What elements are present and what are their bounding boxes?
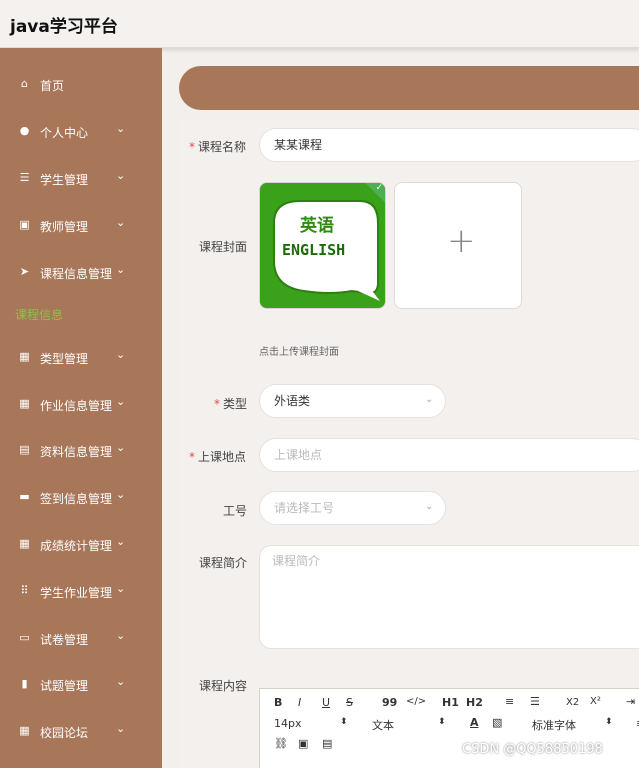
monitor-icon: ▭ <box>19 631 30 644</box>
sidebar-item-home[interactable]: ⌂ 首页 <box>0 70 162 100</box>
breadcrumb-banner <box>179 66 639 110</box>
cover-upload-hint: 点击上传课程封面 <box>259 347 339 358</box>
course-intro-textarea[interactable]: 课程简介 <box>259 545 639 649</box>
strike-button[interactable]: S <box>346 696 353 709</box>
cover-text-en: ENGLISH <box>282 241 346 259</box>
select-arrows-icon: ⬍ <box>340 717 348 727</box>
chevron-down-icon: ⌄ <box>425 394 434 405</box>
course-content-label: 课程内容 <box>199 679 248 693</box>
sidebar-item-student-homework-management[interactable]: ⠿ 学生作业管理 ⌄ <box>0 577 162 607</box>
chevron-down-icon: ⌄ <box>116 629 126 642</box>
type-label: * 类型 <box>214 397 248 411</box>
course-intro-label: 课程简介 <box>199 556 248 570</box>
grid-icon: ▦ <box>19 397 30 410</box>
course-name-label: * 课程名称 <box>189 140 247 154</box>
image-insert-icon[interactable]: ▣ <box>298 737 308 750</box>
chevron-down-icon: ⌄ <box>116 488 126 501</box>
sidebar-item-teacher-management[interactable]: ▣ 教师管理 ⌄ <box>0 211 162 241</box>
user-icon: ● <box>19 124 30 137</box>
chevron-down-icon: ⌄ <box>116 441 126 454</box>
grid-icon: ▦ <box>19 350 30 363</box>
bar-chart-icon: ▮ <box>21 677 28 690</box>
sidebar-item-personal-center[interactable]: ● 个人中心 ⌄ <box>0 117 162 147</box>
location-input[interactable]: 上课地点 <box>259 438 639 472</box>
chevron-down-icon: ⌄ <box>116 675 126 688</box>
heading2-button[interactable]: H2 <box>466 696 483 709</box>
chevron-down-icon: ⌄ <box>116 348 126 361</box>
sidebar-item-question-management[interactable]: ▮ 试题管理 ⌄ <box>0 670 162 700</box>
type-select[interactable]: 外语类 <box>259 384 446 418</box>
sidebar-item-grade-statistics-management[interactable]: ▦ 成绩统计管理 ⌄ <box>0 530 162 560</box>
ordered-list-icon[interactable]: ≡ <box>505 695 514 708</box>
font-color-icon[interactable]: A <box>470 716 479 729</box>
indent-icon[interactable]: ⇥ <box>626 695 635 708</box>
send-icon: ➤ <box>19 265 30 278</box>
plus-icon: + <box>447 221 476 261</box>
chevron-down-icon: ⌄ <box>116 263 126 276</box>
chevron-down-icon: ⌄ <box>116 122 126 135</box>
select-arrows-icon: ⬍ <box>438 717 446 727</box>
grid-icon: ▦ <box>19 537 30 550</box>
course-name-input[interactable]: 某某课程 <box>259 128 639 162</box>
chevron-down-icon: ⌄ <box>116 535 126 548</box>
image-icon: ▣ <box>19 218 30 231</box>
grid-icon: ▦ <box>19 724 30 737</box>
underline-button[interactable]: U <box>322 696 330 709</box>
chevron-down-icon: ⌄ <box>425 501 434 512</box>
sidebar-item-homework-info-management[interactable]: ▦ 作业信息管理 ⌄ <box>0 390 162 420</box>
top-bar: java学习平台 <box>0 0 639 48</box>
superscript-button[interactable]: X² <box>590 696 601 707</box>
video-insert-icon[interactable]: ▤ <box>322 737 332 750</box>
background-color-icon[interactable]: ▧ <box>492 716 502 729</box>
code-block-button[interactable]: </> <box>406 696 426 707</box>
sidebar-item-type-management[interactable]: ▦ 类型管理 ⌄ <box>0 343 162 373</box>
chevron-down-icon: ⌄ <box>116 169 126 182</box>
course-cover-image[interactable]: 英语 ENGLISH ✓ <box>259 182 386 309</box>
ticket-icon: ▬ <box>19 490 30 503</box>
heading1-button[interactable]: H1 <box>442 696 459 709</box>
font-family-select[interactable]: 标准字体 <box>532 717 576 733</box>
sidebar-item-sign-in-management[interactable]: ▬ 签到信息管理 ⌄ <box>0 483 162 513</box>
job-number-select[interactable]: 请选择工号 <box>259 491 446 525</box>
text-type-select[interactable]: 文本 <box>372 717 394 733</box>
sidebar-item-campus-forum[interactable]: ▦ 校园论坛 ⌄ <box>0 717 162 747</box>
bullet-list-icon[interactable]: ☰ <box>530 695 540 708</box>
clipboard-icon: ▤ <box>19 443 30 456</box>
home-icon: ⌂ <box>21 77 28 90</box>
app-title: java学习平台 <box>10 17 118 37</box>
sidebar: ⌂ 首页 ● 个人中心 ⌄ ☰ 学生管理 ⌄ ▣ 教师管理 ⌄ ➤ 课程信息管理… <box>0 48 162 768</box>
sidebar-item-exam-paper-management[interactable]: ▭ 试卷管理 ⌄ <box>0 624 162 654</box>
sidebar-item-material-info-management[interactable]: ▤ 资料信息管理 ⌄ <box>0 436 162 466</box>
apps-icon: ⠿ <box>20 584 29 597</box>
link-icon[interactable]: ⛓ <box>274 737 288 750</box>
chevron-down-icon: ⌄ <box>116 582 126 595</box>
chevron-down-icon: ⌄ <box>116 722 126 735</box>
chevron-down-icon: ⌄ <box>116 395 126 408</box>
watermark: CSDN @QQ58850198 <box>462 742 603 757</box>
sidebar-item-student-management[interactable]: ☰ 学生管理 ⌄ <box>0 164 162 194</box>
location-label: * 上课地点 <box>189 450 247 464</box>
font-size-select[interactable]: 14px <box>274 717 302 730</box>
bold-button[interactable]: B <box>274 696 282 709</box>
italic-button[interactable]: I <box>298 696 301 709</box>
check-icon: ✓ <box>375 183 383 193</box>
subscript-button[interactable]: X2 <box>566 697 579 708</box>
sidebar-subitem-course-info[interactable]: 课程信息 <box>15 306 63 323</box>
select-arrows-icon: ⬍ <box>605 717 613 727</box>
upload-cover-button[interactable]: + <box>394 182 522 309</box>
list-icon: ☰ <box>19 171 30 184</box>
chevron-down-icon: ⌄ <box>116 216 126 229</box>
sidebar-item-course-info-management[interactable]: ➤ 课程信息管理 ⌄ <box>0 258 162 288</box>
job-number-label: 工号 <box>223 504 248 518</box>
course-cover-label: 课程封面 <box>199 240 248 254</box>
cover-text-cn: 英语 <box>300 216 334 236</box>
blockquote-button[interactable]: 99 <box>382 696 397 709</box>
